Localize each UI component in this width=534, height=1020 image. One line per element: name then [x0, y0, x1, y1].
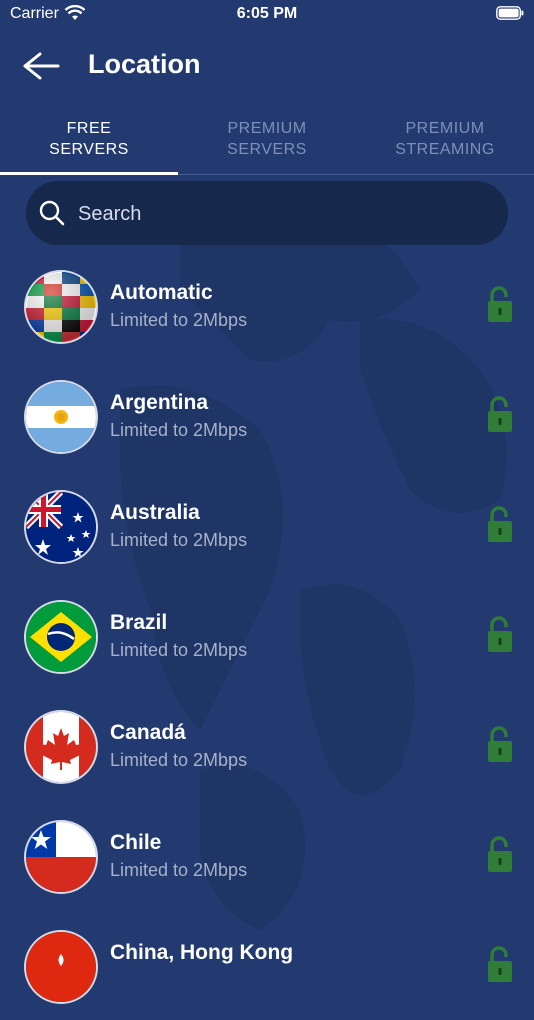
search-icon — [39, 200, 65, 226]
server-name: Australia — [110, 501, 200, 524]
unlocked-padlock-icon — [488, 946, 512, 982]
clock-label: 6:05 PM — [236, 5, 298, 22]
navigation-bar: Location — [0, 40, 534, 96]
unlocked-padlock-icon — [488, 286, 512, 322]
canada-flag-icon — [26, 712, 96, 782]
australia-flag-icon — [26, 492, 96, 562]
server-row-chile[interactable]: Chile Limited to 2Mbps — [0, 800, 534, 910]
unlocked-padlock-icon — [488, 396, 512, 432]
search-input[interactable]: Search — [26, 181, 508, 245]
tab-label-line2: STREAMING — [395, 141, 495, 158]
server-tabs: FREE SERVERS PREMIUM SERVERS PREMIUM STR… — [0, 118, 534, 176]
server-name: Argentina — [110, 391, 209, 414]
server-speed-limit: Limited to 2Mbps — [110, 530, 248, 550]
unlocked-padlock-icon — [488, 616, 512, 652]
server-name: China, Hong Kong — [110, 941, 294, 964]
server-speed-limit: Limited to 2Mbps — [110, 310, 248, 330]
brazil-flag-icon — [26, 602, 96, 672]
active-tab-indicator — [0, 172, 178, 175]
tab-free-servers[interactable]: FREE SERVERS — [0, 118, 178, 174]
argentina-flag-icon — [26, 382, 96, 452]
server-speed-limit: Limited to 2Mbps — [110, 750, 248, 770]
tab-label-line1: PREMIUM — [227, 120, 307, 137]
server-speed-limit: Limited to 2Mbps — [110, 640, 248, 660]
unlocked-padlock-icon — [488, 726, 512, 762]
tab-premium-streaming[interactable]: PREMIUM STREAMING — [356, 118, 534, 174]
page-title: Location — [88, 49, 201, 79]
tab-label-line1: FREE — [66, 120, 112, 137]
server-speed-limit: Limited to 2Mbps — [110, 860, 248, 880]
hong-kong-flag-icon — [26, 932, 96, 1002]
status-bar: Carrier 6:05 PM — [0, 0, 534, 30]
server-row-canada[interactable]: Canadá Limited to 2Mbps — [0, 690, 534, 800]
tab-premium-servers[interactable]: PREMIUM SERVERS — [178, 118, 356, 174]
tab-label-line2: SERVERS — [227, 141, 307, 158]
server-row-brazil[interactable]: Brazil Limited to 2Mbps — [0, 580, 534, 690]
battery-icon — [496, 6, 524, 20]
server-row-automatic[interactable]: Automatic Limited to 2Mbps — [0, 250, 534, 360]
unlocked-padlock-icon — [488, 506, 512, 542]
server-row-china-hong-kong[interactable]: China, Hong Kong — [0, 910, 534, 1020]
server-row-argentina[interactable]: Argentina Limited to 2Mbps — [0, 360, 534, 470]
unlocked-padlock-icon — [488, 836, 512, 872]
world-flags-icon — [26, 272, 96, 342]
server-name: Automatic — [110, 281, 213, 304]
server-name: Brazil — [110, 611, 168, 634]
server-row-australia[interactable]: Australia Limited to 2Mbps — [0, 470, 534, 580]
tab-label-line1: PREMIUM — [405, 120, 485, 137]
back-arrow-icon[interactable] — [20, 48, 64, 84]
chile-flag-icon — [26, 822, 96, 892]
server-name: Canadá — [110, 721, 186, 744]
tab-label-line2: SERVERS — [49, 141, 129, 158]
server-name: Chile — [110, 831, 162, 854]
server-speed-limit: Limited to 2Mbps — [110, 420, 248, 440]
search-placeholder: Search — [78, 203, 142, 225]
